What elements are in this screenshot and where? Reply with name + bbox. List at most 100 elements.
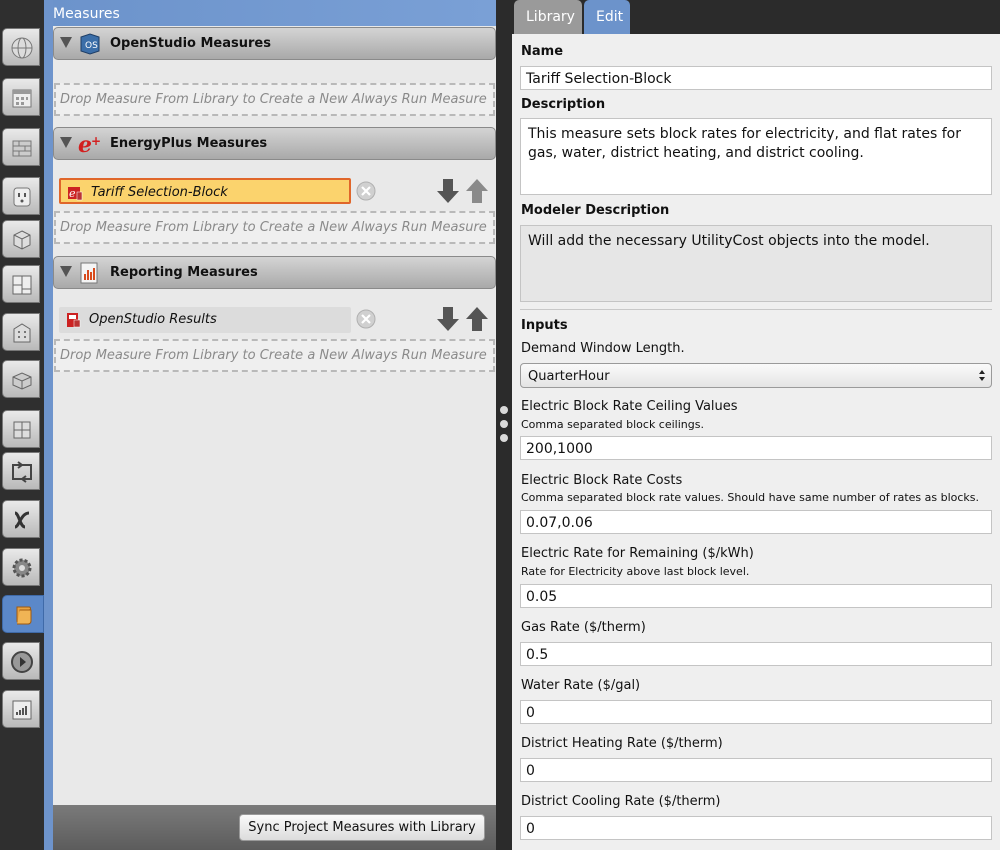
modeler-description-text: Will add the necessary UtilityCost objec… bbox=[520, 225, 992, 302]
move-up-arrow-icon[interactable] bbox=[464, 177, 490, 205]
play-icon bbox=[11, 651, 33, 673]
openstudio-drop-zone[interactable]: Drop Measure From Library to Create a Ne… bbox=[54, 83, 495, 116]
measure-item-openstudio-results[interactable]: OpenStudio Results bbox=[59, 307, 351, 333]
building-stories-tab[interactable] bbox=[2, 360, 40, 398]
run-simulation-tab[interactable] bbox=[2, 642, 40, 680]
gear-icon bbox=[12, 558, 32, 578]
measures-tab[interactable] bbox=[2, 595, 44, 633]
multi-cube-icon bbox=[13, 421, 31, 439]
move-down-arrow-icon[interactable] bbox=[435, 305, 461, 333]
active-tab-indicator-strip bbox=[44, 0, 53, 850]
description-textarea[interactable]: This measure sets block rates for electr… bbox=[520, 118, 992, 195]
calendar-icon bbox=[12, 89, 32, 108]
district-heating-label: District Heating Rate ($/therm) bbox=[521, 736, 723, 751]
results-tab[interactable] bbox=[2, 690, 40, 728]
splitter-grip-dot bbox=[500, 406, 508, 414]
box-icon bbox=[12, 372, 32, 390]
panel-splitter[interactable] bbox=[496, 0, 512, 850]
globe-icon bbox=[11, 37, 33, 59]
divider bbox=[520, 309, 992, 310]
select-chevron-icon bbox=[979, 370, 985, 381]
gas-rate-label: Gas Rate ($/therm) bbox=[521, 620, 646, 635]
svg-text:e: e bbox=[78, 133, 92, 155]
water-rate-field[interactable]: 0 bbox=[520, 700, 992, 724]
simulation-settings-tab[interactable] bbox=[2, 548, 40, 586]
svg-text:OS: OS bbox=[85, 41, 98, 51]
edit-panel: Name Tariff Selection-Block Description … bbox=[512, 34, 1000, 850]
bottom-toolbar: Sync Project Measures with Library bbox=[53, 805, 496, 850]
facility-tab[interactable] bbox=[2, 410, 40, 448]
measure-name: OpenStudio Results bbox=[89, 312, 217, 327]
splitter-grip-dot bbox=[500, 420, 508, 428]
block-costs-hint: Comma separated block rate values. Shoul… bbox=[521, 491, 980, 504]
measure-name: Tariff Selection-Block bbox=[91, 185, 228, 200]
collapse-triangle-icon[interactable] bbox=[60, 137, 72, 148]
variables-x-icon bbox=[14, 511, 30, 529]
loads-tab[interactable] bbox=[2, 177, 40, 215]
reporting-measure-icon bbox=[67, 313, 81, 328]
remove-measure-icon[interactable] bbox=[356, 309, 376, 329]
block-ceilings-hint: Comma separated block ceilings. bbox=[521, 418, 704, 431]
demand-window-select[interactable]: QuarterHour bbox=[520, 363, 992, 388]
results-chart-icon bbox=[12, 700, 32, 720]
inputs-heading: Inputs bbox=[521, 318, 568, 333]
district-heating-field[interactable]: 0 bbox=[520, 758, 992, 782]
demand-window-label: Demand Window Length. bbox=[521, 341, 685, 356]
schedules-tab[interactable] bbox=[2, 78, 40, 116]
section-title: OpenStudio Measures bbox=[110, 36, 271, 51]
hvac-tab[interactable] bbox=[2, 452, 40, 490]
gas-rate-field[interactable]: 0.5 bbox=[520, 642, 992, 666]
remaining-rate-label: Electric Rate for Remaining ($/kWh) bbox=[521, 546, 754, 561]
district-cooling-field[interactable]: 0 bbox=[520, 816, 992, 840]
vertical-tab-strip bbox=[0, 0, 44, 850]
svg-text:+: + bbox=[91, 134, 101, 148]
tab-edit[interactable]: Edit bbox=[584, 0, 630, 34]
reporting-chart-icon bbox=[80, 262, 98, 284]
measure-item-tariff-selection[interactable]: e Tariff Selection-Block bbox=[59, 178, 351, 204]
district-cooling-label: District Cooling Rate ($/therm) bbox=[521, 794, 721, 809]
block-ceilings-field[interactable]: 200,1000 bbox=[520, 436, 992, 460]
collapse-triangle-icon[interactable] bbox=[60, 266, 72, 277]
loop-icon bbox=[12, 461, 32, 483]
tab-library[interactable]: Library bbox=[514, 0, 582, 34]
outlet-icon bbox=[13, 187, 31, 207]
bricks-icon bbox=[12, 140, 32, 157]
splitter-grip-dot bbox=[500, 434, 508, 442]
block-costs-field[interactable]: 0.07,0.06 bbox=[520, 510, 992, 534]
energyplus-measure-icon: e bbox=[68, 187, 83, 201]
collapse-triangle-icon[interactable] bbox=[60, 37, 72, 48]
building-icon bbox=[13, 323, 31, 343]
thermal-zones-tab[interactable] bbox=[2, 313, 40, 351]
block-costs-label: Electric Block Rate Costs bbox=[521, 473, 683, 488]
measures-panel: Measures OS OpenStudio Measures Drop Mea… bbox=[53, 0, 496, 850]
move-down-arrow-icon[interactable] bbox=[435, 177, 461, 205]
energyplus-e-icon: e + bbox=[78, 133, 101, 155]
reporting-drop-zone[interactable]: Drop Measure From Library to Create a Ne… bbox=[54, 339, 495, 372]
reporting-measures-header[interactable]: Reporting Measures bbox=[53, 256, 496, 289]
right-panel: Library Edit Name Tariff Selection-Block… bbox=[512, 0, 1000, 850]
geometry-tab[interactable] bbox=[2, 220, 40, 258]
constructions-tab[interactable] bbox=[2, 128, 40, 166]
section-title: EnergyPlus Measures bbox=[110, 136, 268, 151]
block-ceilings-label: Electric Block Rate Ceiling Values bbox=[521, 399, 738, 414]
remove-measure-icon[interactable] bbox=[356, 181, 376, 201]
name-field[interactable]: Tariff Selection-Block bbox=[520, 66, 992, 90]
openstudio-os-icon: OS bbox=[80, 33, 100, 55]
name-label: Name bbox=[521, 44, 564, 59]
modeler-description-label: Modeler Description bbox=[521, 203, 670, 218]
water-rate-label: Water Rate ($/gal) bbox=[521, 678, 641, 693]
remaining-rate-hint: Rate for Electricity above last block le… bbox=[521, 565, 750, 578]
section-title: Reporting Measures bbox=[110, 265, 258, 280]
spaces-tab[interactable] bbox=[2, 265, 40, 303]
description-label: Description bbox=[521, 97, 606, 112]
remaining-rate-field[interactable]: 0.05 bbox=[520, 584, 992, 608]
site-tab[interactable] bbox=[2, 28, 40, 66]
variables-tab[interactable] bbox=[2, 500, 40, 538]
move-up-arrow-icon[interactable] bbox=[464, 305, 490, 333]
openstudio-measures-header[interactable]: OS OpenStudio Measures bbox=[53, 27, 496, 60]
svg-text:e: e bbox=[69, 187, 76, 200]
sync-measures-button[interactable]: Sync Project Measures with Library bbox=[239, 814, 485, 841]
energyplus-measures-header[interactable]: e + EnergyPlus Measures bbox=[53, 127, 496, 160]
scroll-icon bbox=[16, 606, 32, 625]
energyplus-drop-zone[interactable]: Drop Measure From Library to Create a Ne… bbox=[54, 211, 495, 244]
